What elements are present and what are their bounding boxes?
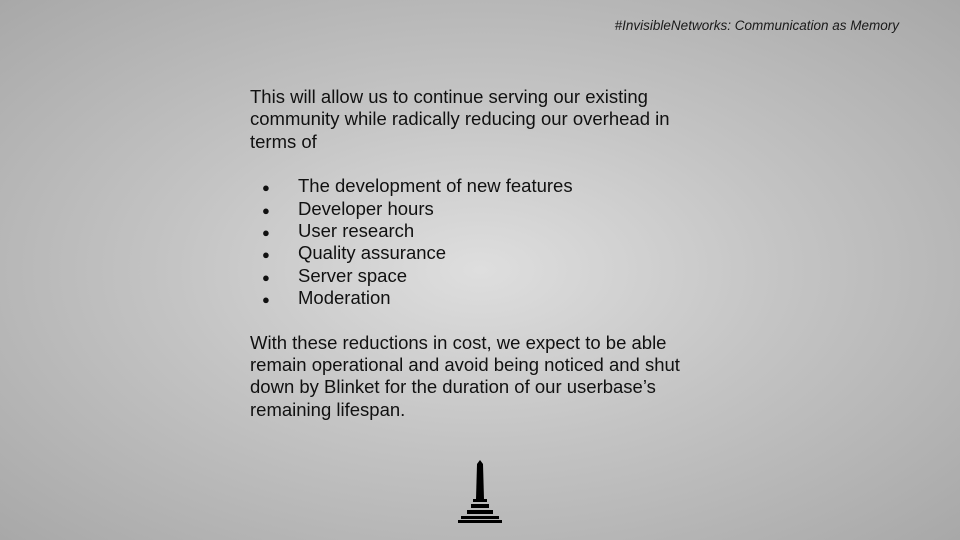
list-item-label: The development of new features [298, 175, 573, 197]
list-item: ● Quality assurance [250, 242, 710, 264]
list-item: ● Moderation [250, 287, 710, 309]
list-item: ● Server space [250, 265, 710, 287]
list-item-label: Developer hours [298, 197, 434, 219]
intro-paragraph: This will allow us to continue serving o… [250, 86, 670, 152]
bullet-icon: ● [262, 202, 270, 218]
list-item: ● The development of new features [250, 175, 710, 197]
bullet-icon: ● [262, 292, 270, 308]
bullet-icon: ● [262, 225, 270, 240]
monument-icon [458, 460, 502, 523]
bullet-icon: ● [262, 180, 270, 196]
list-item-label: Moderation [298, 287, 391, 309]
slide-body: This will allow us to continue serving o… [250, 86, 710, 421]
presentation-tag: #InvisibleNetworks: Communication as Mem… [614, 18, 899, 33]
list-item-label: User research [298, 220, 415, 241]
list-item-label: Quality assurance [298, 242, 447, 264]
overhead-list: ● The development of new features ● Deve… [250, 175, 710, 309]
bullet-icon: ● [262, 247, 270, 263]
slide: #InvisibleNetworks: Communication as Mem… [0, 0, 960, 540]
conclusion-paragraph: With these reductions in cost, we expect… [250, 331, 680, 420]
list-item: ● User research [250, 220, 710, 242]
list-item-label: Server space [298, 264, 407, 286]
bullet-icon: ● [262, 269, 270, 285]
list-item: ● Developer hours [250, 198, 710, 220]
